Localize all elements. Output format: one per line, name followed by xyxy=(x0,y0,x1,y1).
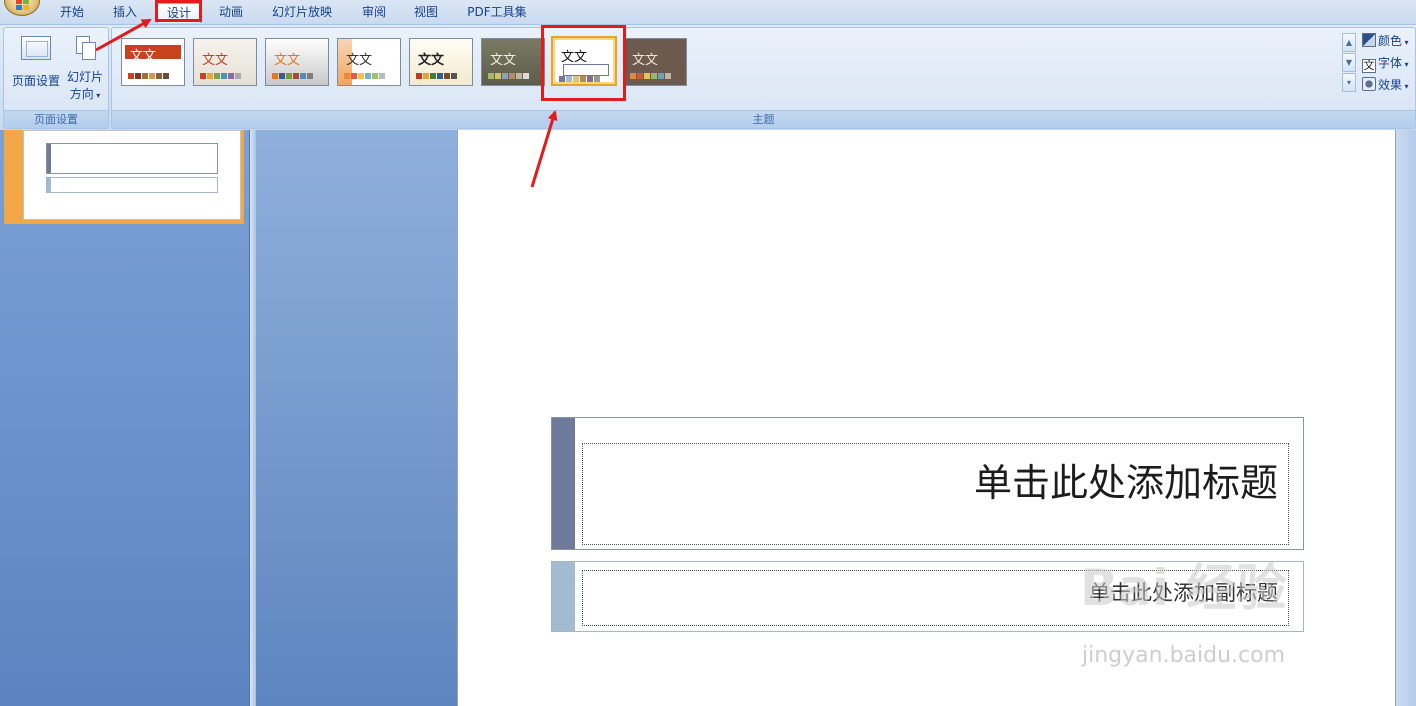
dropdown-arrow-icon: ▾ xyxy=(1402,82,1409,91)
font-icon: 文 xyxy=(1362,59,1376,73)
gallery-more-button[interactable]: ▾ xyxy=(1342,73,1356,92)
theme-option-1[interactable]: 文文 xyxy=(121,38,185,86)
theme-sample-text: 文文 xyxy=(202,53,229,68)
theme-option-8[interactable]: 文文 xyxy=(623,38,687,86)
vertical-scrollbar[interactable] xyxy=(1396,130,1416,706)
title-frame: 单击此处添加标题 xyxy=(551,417,1304,550)
theme-gallery-scroll: ▲ ▼ ▾ xyxy=(1342,33,1356,93)
slide-orientation-icon xyxy=(72,34,98,62)
page-setup-group-label: 页面设置 xyxy=(4,110,108,128)
theme-option-2[interactable]: 文文 xyxy=(193,38,257,86)
ribbon: 页面设置 幻灯片 方向 ▾ 页面设置 主题 文文 文文 文文 文文 文文 文文 … xyxy=(0,24,1416,130)
baidu-watermark-url: jingyan.baidu.com xyxy=(1082,643,1286,668)
theme-sample-text: 文文 xyxy=(346,53,373,68)
theme-sample-text: 文文 xyxy=(632,53,659,68)
theme-effects-button[interactable]: 效果 ▾ xyxy=(1362,75,1416,97)
gallery-scroll-up-button[interactable]: ▲ xyxy=(1342,33,1356,52)
themes-group-label: 主题 xyxy=(112,110,1415,128)
theme-options: 颜色 ▾ 文字体 ▾ 效果 ▾ xyxy=(1362,31,1416,97)
annotation-highlight-design-tab xyxy=(155,0,202,22)
theme-fonts-label: 字体 xyxy=(1378,56,1403,70)
theme-option-4[interactable]: 文文 xyxy=(337,38,401,86)
page-setup-icon xyxy=(21,36,51,60)
subtitle-accent-bar xyxy=(552,562,575,631)
theme-gallery: 文文 文文 文文 文文 文文 文文 文文 文文 xyxy=(116,33,1340,91)
slide-orientation-button[interactable]: 幻灯片 方向 ▾ xyxy=(62,34,108,102)
theme-sample-text: 文文 xyxy=(130,49,157,64)
theme-swatches xyxy=(128,73,169,79)
page-setup-button[interactable]: 页面设置 xyxy=(8,36,64,89)
theme-fonts-button[interactable]: 文字体 ▾ xyxy=(1362,53,1416,75)
pane-splitter[interactable] xyxy=(250,130,256,706)
ribbon-tab-bar: 开始 插入 设计 动画 幻灯片放映 审阅 视图 PDF工具集 xyxy=(0,0,1416,24)
page-setup-group: 页面设置 幻灯片 方向 ▾ 页面设置 xyxy=(3,27,109,129)
tab-home[interactable]: 开始 xyxy=(50,3,94,23)
theme-swatches xyxy=(272,73,313,79)
tab-slideshow[interactable]: 幻灯片放映 xyxy=(262,3,342,23)
theme-option-3[interactable]: 文文 xyxy=(265,38,329,86)
theme-colors-button[interactable]: 颜色 ▾ xyxy=(1362,31,1416,53)
slide-thumbnail-pane xyxy=(0,130,250,706)
effects-icon xyxy=(1362,77,1376,91)
theme-sample-text: 文文 xyxy=(418,53,445,68)
theme-swatches xyxy=(344,73,385,79)
theme-colors-label: 颜色 xyxy=(1378,34,1403,48)
thumbnail-title-box xyxy=(46,143,218,174)
slide-thumbnail-1[interactable] xyxy=(23,130,241,220)
slide-orientation-label-line2: 方向 ▾ xyxy=(69,87,101,101)
tab-review[interactable]: 审阅 xyxy=(352,3,396,23)
tab-pdf-tools[interactable]: PDF工具集 xyxy=(458,3,536,23)
baidu-watermark-logo: Bai 经验 xyxy=(1080,559,1287,617)
theme-swatches xyxy=(488,73,529,79)
title-placeholder[interactable]: 单击此处添加标题 xyxy=(582,443,1289,545)
color-palette-icon xyxy=(1362,33,1376,47)
tab-insert[interactable]: 插入 xyxy=(103,3,147,23)
theme-option-6[interactable]: 文文 xyxy=(481,38,545,86)
title-accent-bar xyxy=(552,418,575,549)
theme-sample-text: 文文 xyxy=(490,53,517,68)
dropdown-arrow-icon: ▾ xyxy=(93,91,101,100)
theme-swatches xyxy=(416,73,457,79)
thumbnail-subtitle-box xyxy=(46,177,218,193)
dropdown-arrow-icon: ▾ xyxy=(1402,60,1409,69)
theme-sample-text: 文文 xyxy=(274,53,301,68)
annotation-highlight-selected-theme xyxy=(541,25,626,101)
theme-option-5[interactable]: 文文 xyxy=(409,38,473,86)
dropdown-arrow-icon: ▾ xyxy=(1402,38,1409,47)
theme-swatches xyxy=(630,73,671,79)
gallery-scroll-down-button[interactable]: ▼ xyxy=(1342,53,1356,72)
theme-effects-label: 效果 xyxy=(1378,78,1403,92)
theme-swatches xyxy=(200,73,241,79)
office-logo-icon xyxy=(16,0,30,11)
page-setup-label: 页面设置 xyxy=(11,74,60,88)
tab-animation[interactable]: 动画 xyxy=(209,3,253,23)
slide-orientation-label-line1: 幻灯片 xyxy=(66,70,103,84)
office-button[interactable] xyxy=(4,0,40,16)
title-placeholder-text: 单击此处添加标题 xyxy=(973,461,1278,505)
tab-view[interactable]: 视图 xyxy=(404,3,448,23)
